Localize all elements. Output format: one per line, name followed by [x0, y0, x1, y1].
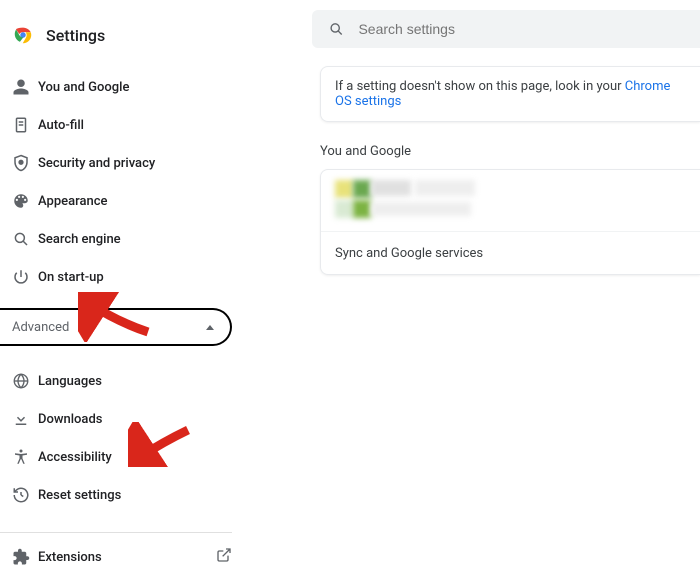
- profile-row[interactable]: [321, 170, 700, 232]
- sidebar-item-label: Search engine: [38, 232, 121, 247]
- sidebar-item-appearance[interactable]: Appearance: [0, 182, 260, 220]
- sidebar-item-label: Extensions: [38, 550, 102, 565]
- sidebar-item-reset-settings[interactable]: Reset settings: [0, 476, 260, 514]
- sidebar-item-label: Accessibility: [38, 450, 112, 465]
- extension-icon: [12, 548, 38, 566]
- section-title-you-and-google: You and Google: [320, 144, 700, 159]
- search-settings-bar[interactable]: [312, 10, 700, 48]
- sidebar-item-label: Reset settings: [38, 488, 121, 503]
- sidebar-item-on-startup[interactable]: On start-up: [0, 258, 260, 296]
- sidebar-item-search-engine[interactable]: Search engine: [0, 220, 260, 258]
- you-and-google-card: Sync and Google services: [320, 169, 700, 275]
- restore-icon: [12, 486, 38, 504]
- sidebar-main-menu: You and Google Auto-fill Security and pr…: [0, 60, 260, 304]
- accessibility-icon: [12, 448, 38, 466]
- sidebar-item-label: Auto-fill: [38, 118, 84, 133]
- sidebar-item-you-and-google[interactable]: You and Google: [0, 68, 260, 106]
- sidebar-advanced-menu: Languages Downloads Accessibility Reset …: [0, 354, 260, 522]
- sidebar-item-label: You and Google: [38, 80, 129, 95]
- search-icon: [328, 20, 344, 38]
- sidebar-item-accessibility[interactable]: Accessibility: [0, 438, 260, 476]
- sidebar-item-downloads[interactable]: Downloads: [0, 400, 260, 438]
- chrome-os-notice-card: If a setting doesn't show on this page, …: [320, 66, 700, 122]
- sync-row-label: Sync and Google services: [335, 246, 483, 261]
- person-icon: [12, 78, 38, 96]
- sidebar: Settings You and Google Auto-fill Securi…: [0, 10, 260, 577]
- page-title: Settings: [46, 26, 105, 45]
- sidebar-item-languages[interactable]: Languages: [0, 362, 260, 400]
- separator: [0, 532, 232, 533]
- sidebar-item-label: Downloads: [38, 412, 102, 427]
- main-content: If a setting doesn't show on this page, …: [260, 10, 700, 275]
- sidebar-item-label: On start-up: [38, 270, 104, 285]
- search-settings-input[interactable]: [358, 21, 684, 37]
- sidebar-item-autofill[interactable]: Auto-fill: [0, 106, 260, 144]
- search-icon: [12, 230, 38, 248]
- sidebar-item-label: Appearance: [38, 194, 107, 209]
- advanced-label: Advanced: [12, 320, 69, 335]
- chrome-logo-icon: [12, 24, 34, 46]
- autofill-icon: [12, 116, 38, 134]
- settings-header: Settings: [0, 10, 260, 60]
- globe-icon: [12, 372, 38, 390]
- notice-text: If a setting doesn't show on this page, …: [335, 79, 625, 94]
- sidebar-item-extensions[interactable]: Extensions: [0, 537, 260, 577]
- sidebar-item-label: Security and privacy: [38, 156, 155, 171]
- open-external-icon: [216, 547, 232, 567]
- power-icon: [12, 268, 38, 286]
- sidebar-item-security[interactable]: Security and privacy: [0, 144, 260, 182]
- sidebar-advanced-toggle[interactable]: Advanced: [0, 308, 232, 346]
- chevron-up-icon: [206, 325, 214, 330]
- sidebar-item-label: Languages: [38, 374, 102, 389]
- redacted-profile-info: [335, 180, 495, 222]
- palette-icon: [12, 192, 38, 210]
- shield-icon: [12, 154, 38, 172]
- sync-and-google-services-row[interactable]: Sync and Google services: [321, 232, 700, 274]
- download-icon: [12, 410, 38, 428]
